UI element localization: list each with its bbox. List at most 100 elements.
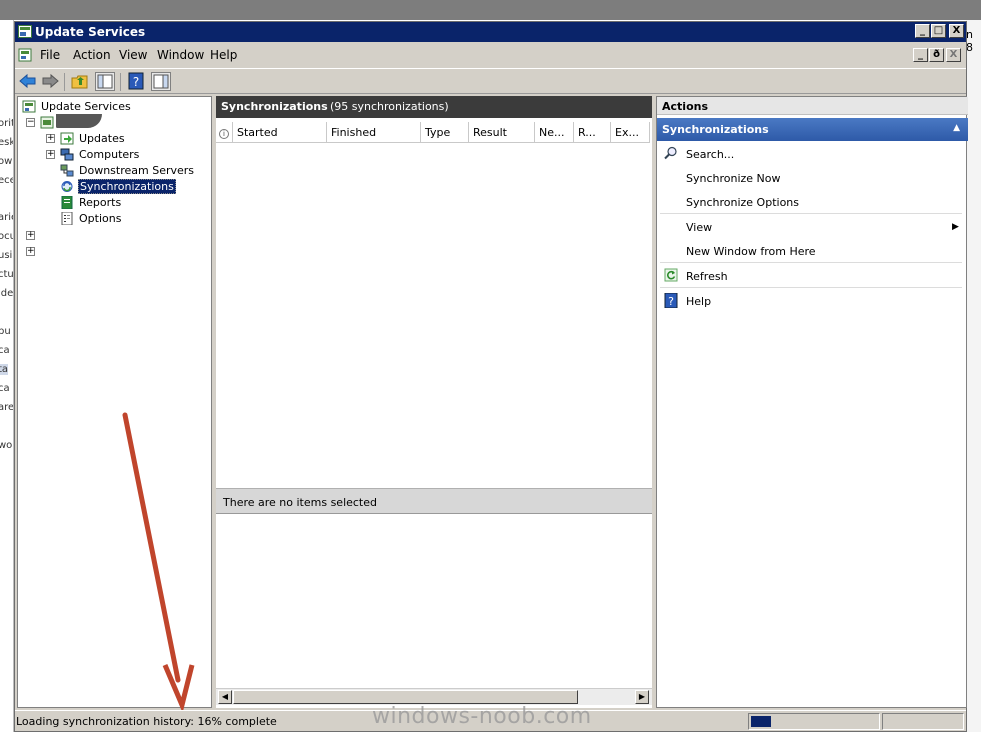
help-book-icon: ?: [664, 292, 678, 311]
update-services-icon: [22, 100, 36, 113]
column-started[interactable]: Started: [233, 122, 327, 143]
actions-section-synchronizations[interactable]: Synchronizations ▲: [657, 118, 968, 141]
svg-text:?: ?: [668, 295, 674, 308]
background-text: wo: [0, 440, 13, 451]
menu-file[interactable]: File: [40, 48, 60, 62]
annotation-arrow: [122, 412, 195, 710]
child-minimize-button[interactable]: _: [913, 48, 928, 62]
tree-item-downstream-servers[interactable]: Downstream Servers: [79, 164, 194, 177]
column-type[interactable]: Type: [421, 122, 469, 143]
column-expired[interactable]: Ex...: [611, 122, 650, 143]
background-text: arie: [0, 212, 13, 223]
background-text: ocu: [0, 231, 13, 242]
horizontal-scrollbar[interactable]: ◀ ▶: [216, 688, 652, 705]
tree-item-options[interactable]: Options: [79, 212, 121, 225]
collapse-toggle[interactable]: −: [26, 118, 35, 127]
expand-toggle[interactable]: +: [26, 231, 35, 240]
column-finished[interactable]: Finished: [327, 122, 421, 143]
title-bar[interactable]: Update Services _ □ X: [15, 22, 966, 42]
show-hide-action-pane-icon[interactable]: [151, 72, 171, 91]
expand-toggle[interactable]: +: [46, 134, 55, 143]
toolbar-separator: [120, 73, 121, 91]
background-window-strip: [0, 0, 981, 20]
window-title: Update Services: [35, 25, 146, 39]
console-icon[interactable]: [18, 48, 32, 62]
toolbar: ?: [15, 68, 966, 94]
minimize-button[interactable]: _: [915, 24, 930, 38]
actions-header: Actions: [657, 97, 968, 115]
child-close-button[interactable]: X: [946, 48, 961, 62]
background-text: owi: [0, 156, 14, 167]
results-header: Synchronizations (95 synchronizations): [216, 96, 652, 118]
scroll-thumb[interactable]: [233, 690, 578, 704]
column-revised[interactable]: R...: [574, 122, 611, 143]
close-button[interactable]: X: [949, 24, 964, 38]
expand-toggle[interactable]: +: [46, 150, 55, 159]
updates-icon: [60, 132, 74, 145]
back-arrow-icon[interactable]: [18, 72, 38, 91]
background-text: ctu: [0, 269, 14, 280]
tree-item-updates[interactable]: Updates: [79, 132, 125, 145]
search-icon: [664, 146, 678, 163]
collapse-section-icon[interactable]: ▲: [953, 123, 960, 133]
menu-bar: File Action View Window Help _ ð X: [15, 44, 966, 66]
action-new-window-from-here[interactable]: New Window from Here: [686, 245, 816, 258]
background-text: ca: [0, 345, 10, 356]
background-text: ide: [0, 288, 14, 299]
toolbar-separator: [64, 73, 65, 91]
info-column-header[interactable]: i: [216, 122, 233, 143]
action-search[interactable]: Search...: [686, 148, 734, 161]
scroll-right-button[interactable]: ▶: [635, 690, 649, 704]
server-icon: [40, 116, 54, 129]
progress-fill: [751, 716, 772, 727]
background-text: ta: [0, 364, 9, 375]
background-text: orit: [0, 118, 13, 129]
tree-item-reports[interactable]: Reports: [79, 196, 121, 209]
child-restore-button[interactable]: ð: [929, 48, 944, 62]
downstream-servers-icon: [60, 164, 74, 177]
expand-toggle[interactable]: +: [26, 247, 35, 256]
status-cell: [882, 713, 964, 730]
refresh-icon: [664, 268, 678, 285]
show-hide-console-tree-icon[interactable]: [95, 72, 115, 91]
background-text: esk: [0, 137, 13, 148]
computers-icon: [60, 148, 74, 161]
app-icon: [18, 25, 32, 38]
background-text: usi: [0, 250, 13, 261]
forward-arrow-icon[interactable]: [40, 72, 60, 91]
tree-item-synchronizations[interactable]: Synchronizations: [78, 179, 176, 194]
background-text: ece: [0, 175, 13, 186]
scroll-left-button[interactable]: ◀: [218, 690, 232, 704]
tree-root-update-services[interactable]: Update Services: [41, 100, 131, 113]
watermark: windows-noob.com: [372, 704, 592, 729]
actions-pane: Actions Synchronizations ▲ Search... Syn…: [656, 96, 968, 708]
action-help[interactable]: Help: [686, 295, 711, 308]
status-text: Loading synchronization history: 16% com…: [16, 715, 277, 728]
svg-text:?: ?: [133, 75, 139, 89]
background-window-right: n 8: [966, 20, 981, 732]
actions-separator: [660, 287, 962, 288]
menu-action[interactable]: Action: [73, 48, 111, 62]
maximize-button[interactable]: □: [931, 24, 946, 38]
actions-separator: [660, 213, 962, 214]
selection-details-bar: There are no items selected: [216, 488, 652, 514]
background-text: ca: [0, 383, 10, 394]
actions-separator: [660, 262, 962, 263]
results-title: Synchronizations: [221, 100, 328, 113]
background-window-left: orit esk owi ece arie ocu usi ctu ide pu…: [0, 20, 14, 732]
action-synchronize-now[interactable]: Synchronize Now: [686, 172, 781, 185]
column-result[interactable]: Result: [469, 122, 535, 143]
up-folder-icon[interactable]: [70, 72, 90, 91]
submenu-arrow-icon: ▶: [952, 222, 959, 232]
results-count: (95 synchronizations): [330, 100, 449, 113]
menu-window[interactable]: Window: [157, 48, 204, 62]
help-icon[interactable]: ?: [127, 72, 147, 91]
tree-item-computers[interactable]: Computers: [79, 148, 139, 161]
menu-view[interactable]: View: [119, 48, 147, 62]
column-new[interactable]: Ne...: [535, 122, 574, 143]
menu-help[interactable]: Help: [210, 48, 237, 62]
action-view[interactable]: View: [686, 221, 712, 234]
action-refresh[interactable]: Refresh: [686, 270, 728, 283]
reports-icon: [60, 195, 74, 210]
action-synchronize-options[interactable]: Synchronize Options: [686, 196, 799, 209]
